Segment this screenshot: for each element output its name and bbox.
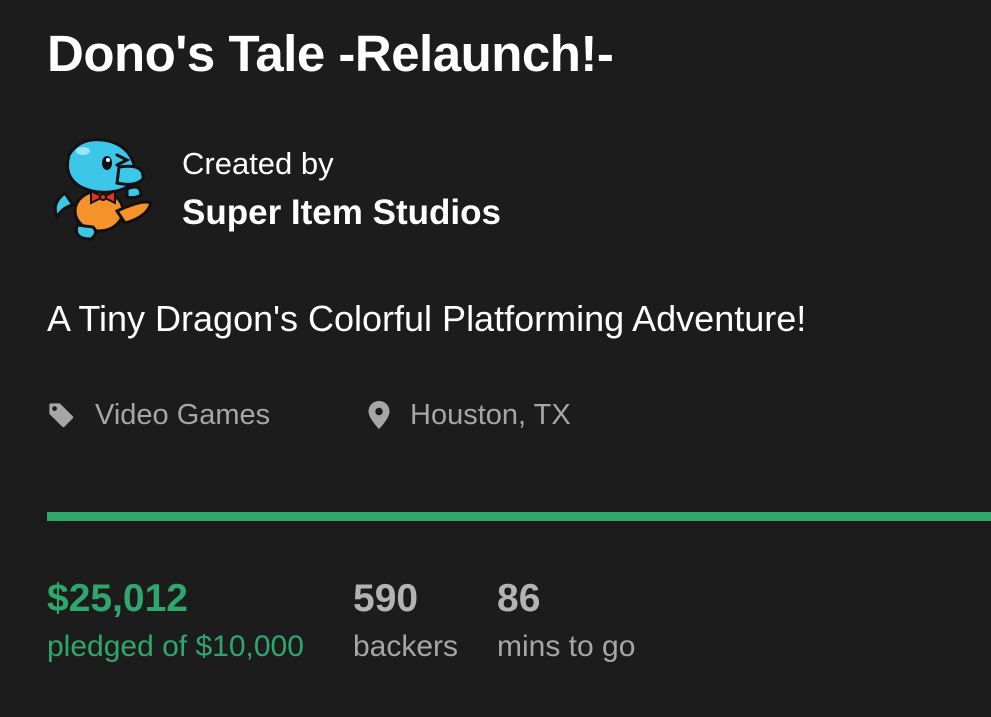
backers-label: backers [353,630,459,663]
created-by-label: Created by [182,146,334,181]
backers-count: 590 [353,577,419,620]
time-left-label: mins to go [497,630,636,663]
funding-progress-bar [47,512,991,521]
location-label: Houston, TX [410,398,571,431]
project-blurb: A Tiny Dragon's Colorful Platforming Adv… [47,298,807,339]
project-page: Dono's Tale -Relaunch!- Created by Super… [0,0,991,717]
category-link[interactable]: Video Games [47,393,270,437]
project-title: Dono's Tale -Relaunch!- [47,25,614,82]
creator-name-link[interactable]: Super Item Studios [182,193,501,233]
blue-dragon-mascot-icon[interactable] [47,133,159,245]
time-left-count: 86 [497,577,541,620]
location-link[interactable]: Houston, TX [368,393,571,437]
creator-block[interactable]: Created by Super Item Studios [47,133,647,253]
pledged-goal-label: pledged of $10,000 [47,630,304,663]
tag-icon [47,401,75,429]
backers-stat: 590 backers [353,575,458,671]
location-pin-icon [368,401,390,429]
funding-progress-fill [47,512,991,521]
time-left-stat: 86 mins to go [497,575,635,671]
pledged-stat: $25,012 pledged of $10,000 [47,575,304,671]
pledged-amount: $25,012 [47,577,188,620]
category-label: Video Games [95,398,271,431]
